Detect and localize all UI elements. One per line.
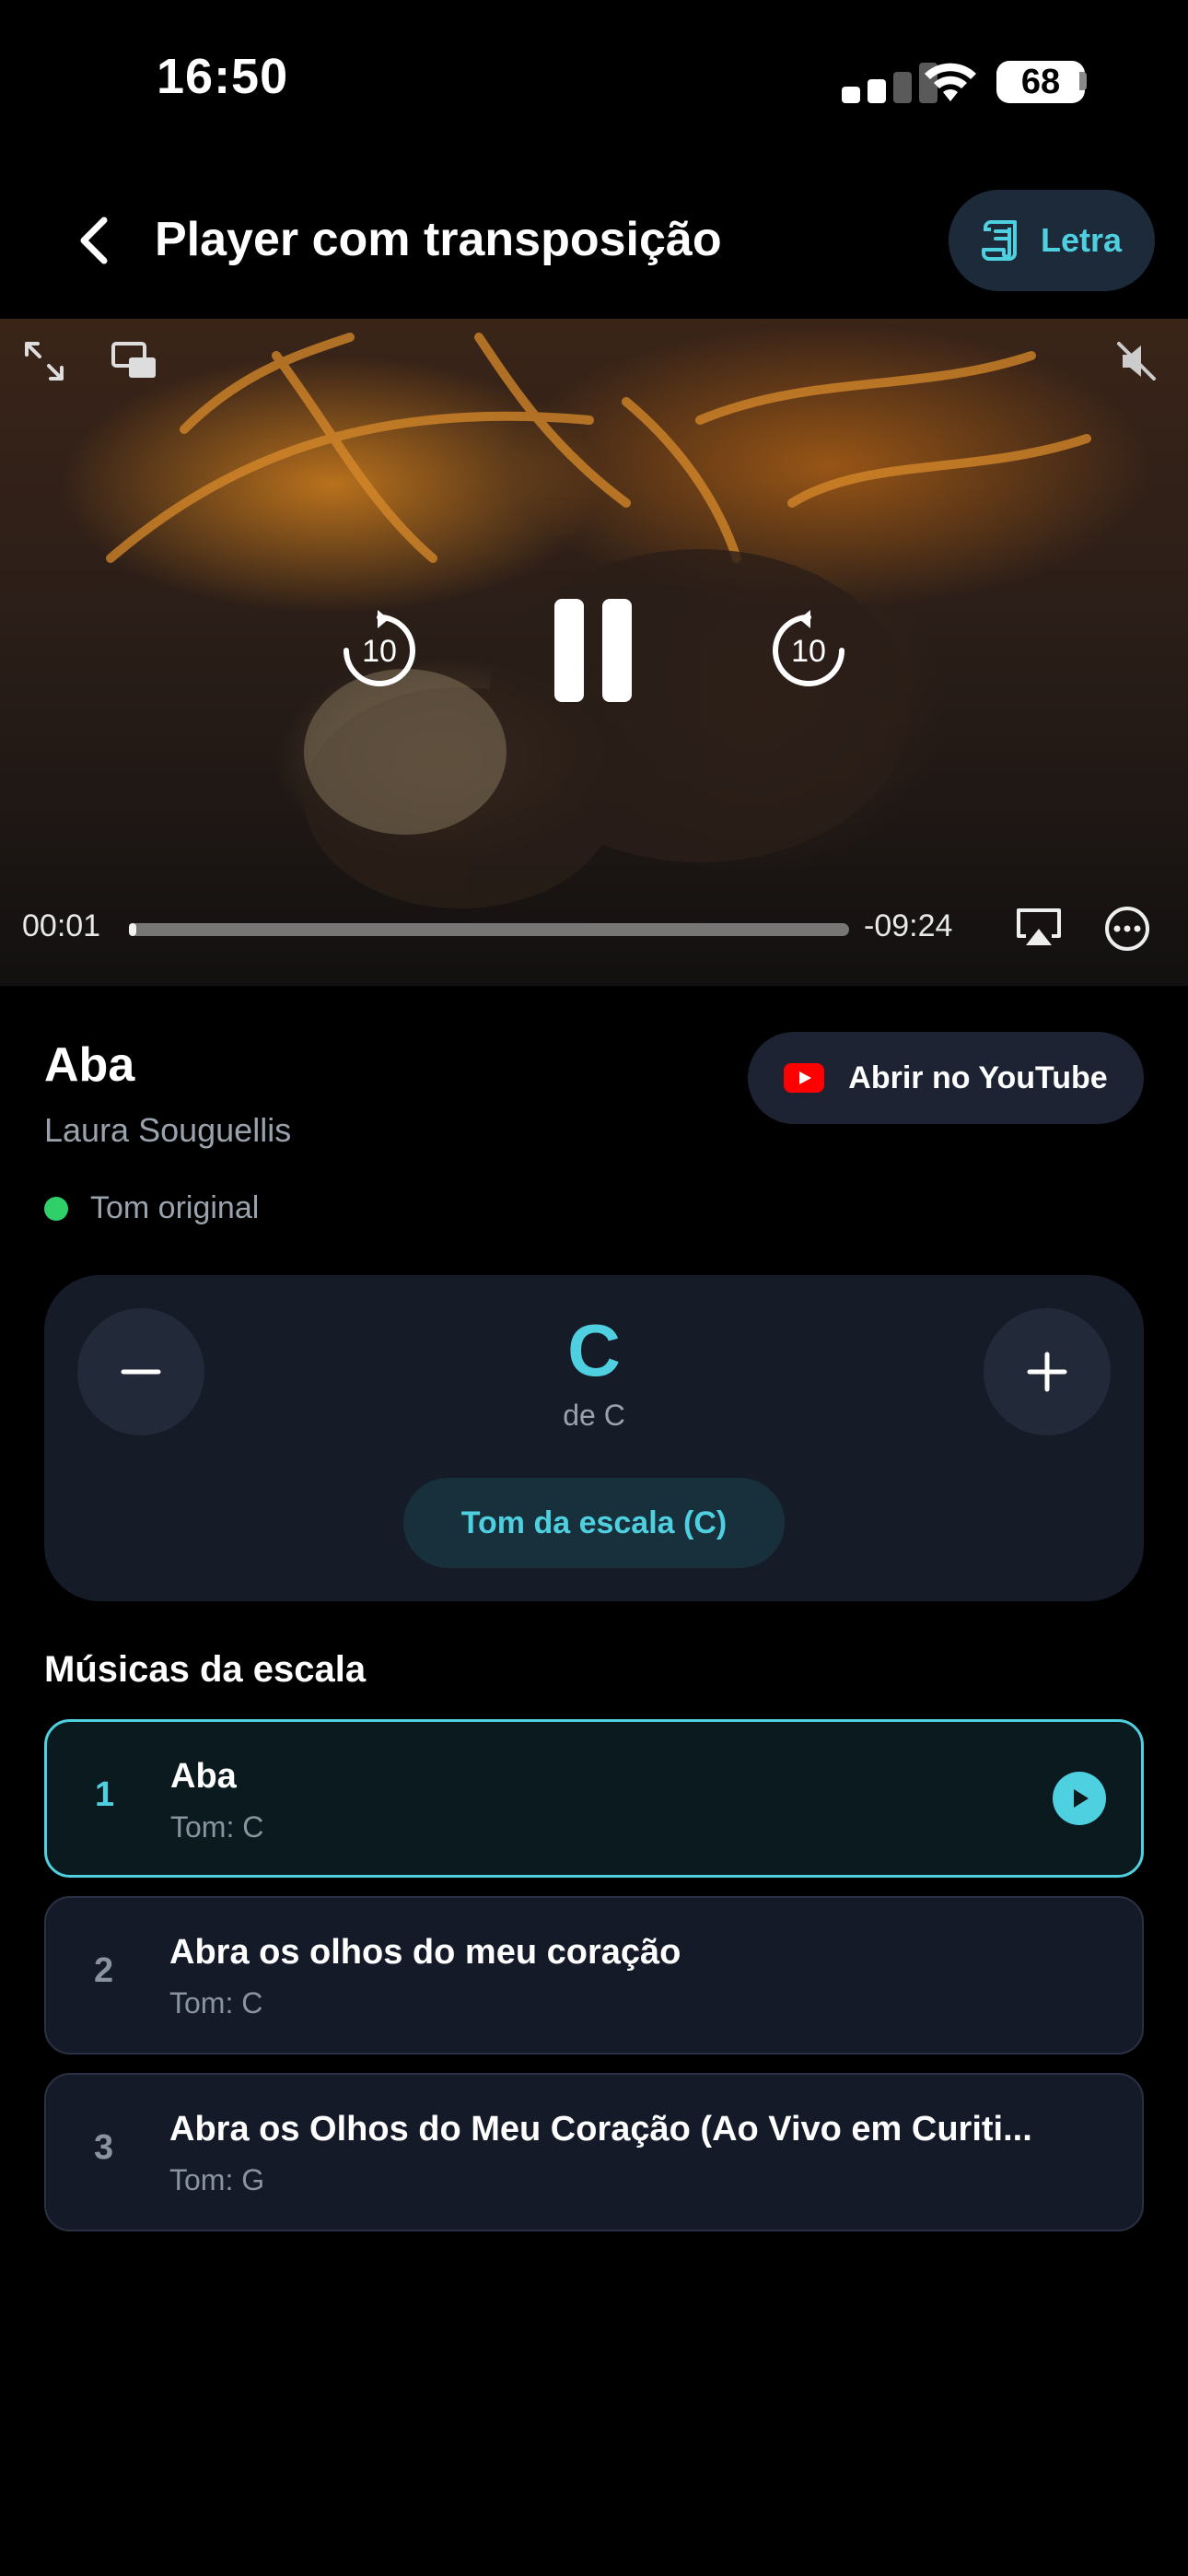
progress-bar[interactable] [129, 923, 849, 936]
status-time: 16:50 [157, 49, 289, 104]
lyrics-button[interactable]: Letra [949, 190, 1155, 291]
list-item[interactable]: 3 Abra os Olhos do Meu Coração (Ao Vivo … [44, 2073, 1144, 2231]
original-key: de C [563, 1399, 625, 1432]
skip-forward-seconds: 10 [791, 634, 826, 669]
airplay-icon[interactable] [1013, 905, 1065, 951]
song-title: Aba [44, 1038, 135, 1092]
list-item-number: 2 [94, 1951, 114, 1990]
back-button[interactable] [61, 208, 125, 273]
list-item-number: 3 [94, 2128, 114, 2167]
remaining-time: -09:24 [864, 908, 953, 943]
progress-fill [129, 923, 136, 936]
pause-button[interactable] [551, 595, 635, 706]
plus-icon [1027, 1352, 1067, 1392]
list-title: Músicas da escala [44, 1649, 367, 1690]
list-item-name: Abra os Olhos do Meu Coração (Ao Vivo em… [169, 2110, 1032, 2149]
list-item-tom: Tom: C [169, 1986, 263, 2020]
current-key: C [567, 1309, 621, 1391]
status-dot-icon [44, 1196, 68, 1221]
skip-forward-button[interactable]: 10 [766, 608, 851, 693]
list-item[interactable]: 2 Abra os olhos do meu coração Tom: C [44, 1896, 1144, 2055]
battery-icon: 68 [996, 61, 1085, 103]
page-title: Player com transposição [155, 213, 722, 266]
tone-status: Tom original [44, 1190, 259, 1226]
mute-icon[interactable] [1111, 335, 1162, 387]
pause-icon [554, 599, 632, 702]
list-item-name: Aba [170, 1757, 237, 1796]
list-item-tom: Tom: C [170, 1810, 264, 1844]
transpose-card: C de C Tom da escala (C) [44, 1275, 1144, 1601]
scale-key-button[interactable]: Tom da escala (C) [403, 1478, 785, 1568]
skip-back-icon: 10 [344, 610, 415, 686]
skip-forward-icon: 10 [773, 610, 844, 686]
list-item-number: 1 [95, 1775, 115, 1814]
play-icon[interactable] [1053, 1772, 1106, 1825]
lyrics-label: Letra [1040, 221, 1123, 259]
wifi-icon [921, 57, 980, 103]
open-youtube-label: Abrir no YouTube [848, 1060, 1108, 1095]
skip-back-button[interactable]: 10 [337, 608, 422, 693]
song-artist: Laura Souguellis [44, 1111, 292, 1149]
battery-level: 68 [1020, 62, 1061, 101]
picture-in-picture-icon[interactable] [109, 339, 160, 383]
transpose-up-button[interactable] [984, 1308, 1111, 1435]
battery-tip [1079, 72, 1087, 90]
scroll-icon [981, 220, 1017, 261]
open-youtube-button[interactable]: Abrir no YouTube [748, 1032, 1144, 1124]
list-item[interactable]: 1 Aba Tom: C [44, 1719, 1144, 1878]
youtube-icon [784, 1063, 825, 1093]
header: Player com transposição Letra [0, 184, 1188, 299]
chevron-left-icon [80, 217, 108, 264]
status-bar: 16:50 68 [0, 0, 1188, 157]
skip-back-seconds: 10 [362, 634, 397, 669]
list-item-name: Abra os olhos do meu coração [169, 1933, 681, 1972]
scale-key-label: Tom da escala (C) [460, 1505, 728, 1540]
more-options-icon[interactable] [1101, 903, 1153, 954]
fullscreen-icon[interactable] [18, 335, 70, 387]
tone-status-label: Tom original [90, 1190, 260, 1225]
list-item-tom: Tom: G [169, 2163, 265, 2196]
current-time: 00:01 [22, 908, 101, 943]
video-player[interactable]: 10 10 00:01 -09:24 [0, 319, 1188, 986]
